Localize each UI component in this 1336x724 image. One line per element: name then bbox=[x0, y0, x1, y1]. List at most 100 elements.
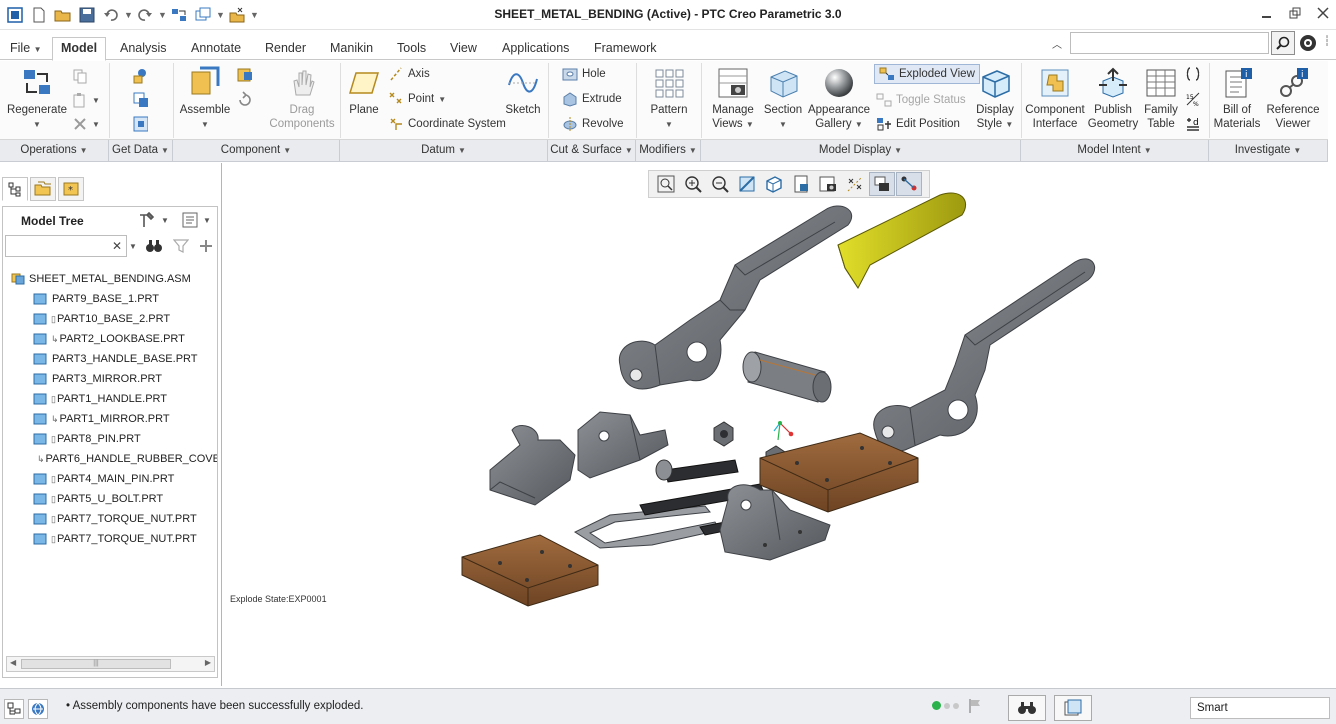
hole-button[interactable]: Hole bbox=[562, 64, 606, 84]
copy-button[interactable] bbox=[72, 66, 88, 86]
restore-icon[interactable] bbox=[1288, 6, 1302, 20]
selection-filter-select[interactable]: Smart bbox=[1190, 697, 1330, 719]
group-cut-surface[interactable]: Cut & Surface ▼ bbox=[548, 140, 636, 162]
plane-button[interactable]: Plane bbox=[344, 66, 384, 117]
zoom-in-icon[interactable] bbox=[680, 172, 706, 196]
selected-items-button[interactable] bbox=[1054, 695, 1092, 721]
model-tree-tab-icon[interactable] bbox=[2, 177, 28, 201]
filter-icon[interactable] bbox=[173, 237, 189, 255]
point-dropdown-icon[interactable]: ▼ bbox=[438, 95, 446, 104]
toolbar-grip-icon[interactable]: ┆ bbox=[1324, 36, 1330, 47]
clear-search-icon[interactable]: ✕ bbox=[112, 239, 122, 253]
assemble-dropdown-icon[interactable]: ▼ bbox=[201, 120, 209, 129]
tab-analysis[interactable]: Analysis bbox=[112, 38, 175, 60]
group-get-data[interactable]: Get Data ▼ bbox=[109, 140, 173, 162]
section-dropdown-icon[interactable]: ▼ bbox=[779, 120, 787, 129]
close-icon[interactable] bbox=[1316, 6, 1330, 20]
group-component[interactable]: Component ▼ bbox=[173, 140, 340, 162]
drag-components-button[interactable]: Drag Components bbox=[266, 66, 338, 131]
delete-button[interactable]: ▼ bbox=[72, 114, 100, 134]
collapse-ribbon-icon[interactable]: ︿ bbox=[1052, 36, 1062, 51]
bill-of-materials-button[interactable]: i Bill of Materials bbox=[1210, 66, 1264, 131]
show-options-icon[interactable]: ▼ bbox=[181, 210, 211, 230]
scrollbar-thumb[interactable]: ||| bbox=[21, 659, 171, 669]
delete-dropdown-icon[interactable]: ▼ bbox=[92, 120, 100, 129]
sketch-button[interactable]: Sketch bbox=[503, 66, 543, 117]
toggle-status-button[interactable]: Toggle Status bbox=[876, 90, 966, 110]
tab-tools[interactable]: Tools bbox=[389, 38, 434, 60]
tab-applications[interactable]: Applications bbox=[494, 38, 577, 60]
tab-model[interactable]: Model bbox=[52, 37, 107, 61]
family-table-button[interactable]: Family Table bbox=[1140, 66, 1182, 131]
exploded-assembly-model[interactable] bbox=[223, 163, 1336, 686]
publish-geometry-button[interactable]: Publish Geometry bbox=[1086, 66, 1140, 131]
tab-render[interactable]: Render bbox=[257, 38, 314, 60]
minimize-icon[interactable] bbox=[1260, 6, 1274, 20]
repeat-button[interactable] bbox=[236, 90, 252, 110]
reference-viewer-button[interactable]: i Reference Viewer bbox=[1264, 66, 1322, 131]
revolve-button[interactable]: Revolve bbox=[562, 114, 624, 134]
exploded-view-button[interactable]: Exploded View bbox=[874, 64, 980, 84]
tab-annotate[interactable]: Annotate bbox=[183, 38, 249, 60]
parameters-button[interactable]: 15% bbox=[1185, 89, 1201, 109]
scroll-left-icon[interactable]: ◀ bbox=[10, 658, 16, 667]
lookbase-part[interactable] bbox=[489, 425, 576, 506]
zoom-out-icon[interactable] bbox=[707, 172, 733, 196]
repaint-icon[interactable] bbox=[734, 172, 760, 196]
handle-base-part[interactable] bbox=[577, 411, 669, 479]
tree-search-input[interactable]: ✕ bbox=[5, 235, 127, 257]
pattern-dropdown-icon[interactable]: ▼ bbox=[665, 120, 673, 129]
regenerate-dropdown-icon[interactable]: ▼ bbox=[33, 120, 41, 129]
explode-offset-lines-icon[interactable] bbox=[896, 172, 922, 196]
pin-part[interactable] bbox=[742, 351, 832, 403]
tab-framework[interactable]: Framework bbox=[586, 38, 665, 60]
saved-orientations-icon[interactable] bbox=[788, 172, 814, 196]
main-pin-part[interactable] bbox=[655, 459, 739, 483]
handle-right-part[interactable] bbox=[873, 258, 1096, 452]
tree-item[interactable]: ↳ PART1_MIRROR.PRT bbox=[3, 409, 217, 429]
assemble-button[interactable]: Assemble ▼ bbox=[176, 66, 234, 132]
tree-item[interactable]: ▯ PART7_TORQUE_NUT.PRT bbox=[3, 529, 217, 549]
tab-manikin[interactable]: Manikin bbox=[322, 38, 381, 60]
scroll-right-icon[interactable]: ▶ bbox=[205, 658, 211, 667]
group-investigate[interactable]: Investigate ▼ bbox=[1209, 140, 1328, 162]
relations-button[interactable] bbox=[1185, 64, 1201, 84]
paste-dropdown-icon[interactable]: ▼ bbox=[92, 96, 100, 105]
display-style-view-icon[interactable] bbox=[761, 172, 787, 196]
tree-item[interactable]: ▯ PART4_MAIN_PIN.PRT bbox=[3, 469, 217, 489]
view-manager-icon[interactable] bbox=[815, 172, 841, 196]
tree-item[interactable]: PART9_BASE_1.PRT bbox=[3, 289, 217, 309]
point-button[interactable]: Point ▼ bbox=[388, 89, 446, 109]
regenerate-button[interactable]: Regenerate ▼ bbox=[6, 66, 68, 132]
tree-item[interactable]: ▯ PART5_U_BOLT.PRT bbox=[3, 489, 217, 509]
tab-file[interactable]: File ▼ bbox=[2, 38, 50, 60]
refit-icon[interactable] bbox=[653, 172, 679, 196]
folder-browser-tab-icon[interactable] bbox=[30, 177, 56, 201]
tree-settings-icon[interactable]: ▼ bbox=[137, 210, 169, 230]
tree-item[interactable]: ▯ PART10_BASE_2.PRT bbox=[3, 309, 217, 329]
tab-view[interactable]: View bbox=[442, 38, 485, 60]
tree-horizontal-scrollbar[interactable]: ◀ ||| ▶ bbox=[6, 656, 215, 672]
help-icon[interactable] bbox=[1297, 33, 1319, 53]
search-icon[interactable] bbox=[1271, 31, 1295, 55]
switch-dimensions-button[interactable]: d bbox=[1185, 114, 1201, 134]
group-model-intent[interactable]: Model Intent ▼ bbox=[1021, 140, 1209, 162]
appearance-dropdown-icon[interactable]: ▼ bbox=[855, 120, 863, 129]
section-button[interactable]: Section ▼ bbox=[760, 66, 806, 132]
create-component-button[interactable] bbox=[236, 66, 252, 86]
datum-display-icon[interactable] bbox=[842, 172, 868, 196]
user-defined-feature-button[interactable] bbox=[132, 66, 148, 86]
edit-position-button[interactable]: Edit Position bbox=[876, 114, 960, 134]
paste-button[interactable]: ▼ bbox=[72, 90, 100, 110]
display-style-button[interactable]: Display Style ▼ bbox=[972, 66, 1018, 132]
group-model-display[interactable]: Model Display ▼ bbox=[701, 140, 1021, 162]
pattern-button[interactable]: Pattern ▼ bbox=[644, 66, 694, 132]
group-modifiers[interactable]: Modifiers ▼ bbox=[636, 140, 701, 162]
coordinate-system-button[interactable]: Coordinate System bbox=[388, 114, 506, 134]
tree-root-assembly[interactable]: SHEET_METAL_BENDING.ASM bbox=[3, 269, 217, 289]
tree-item[interactable]: ▯ PART1_HANDLE.PRT bbox=[3, 389, 217, 409]
tree-item[interactable]: ▯ PART8_PIN.PRT bbox=[3, 429, 217, 449]
rubber-cover-part[interactable] bbox=[837, 192, 967, 289]
toggle-navigator-icon[interactable] bbox=[4, 699, 24, 719]
appearance-gallery-button[interactable]: Appearance Gallery ▼ bbox=[806, 66, 872, 132]
